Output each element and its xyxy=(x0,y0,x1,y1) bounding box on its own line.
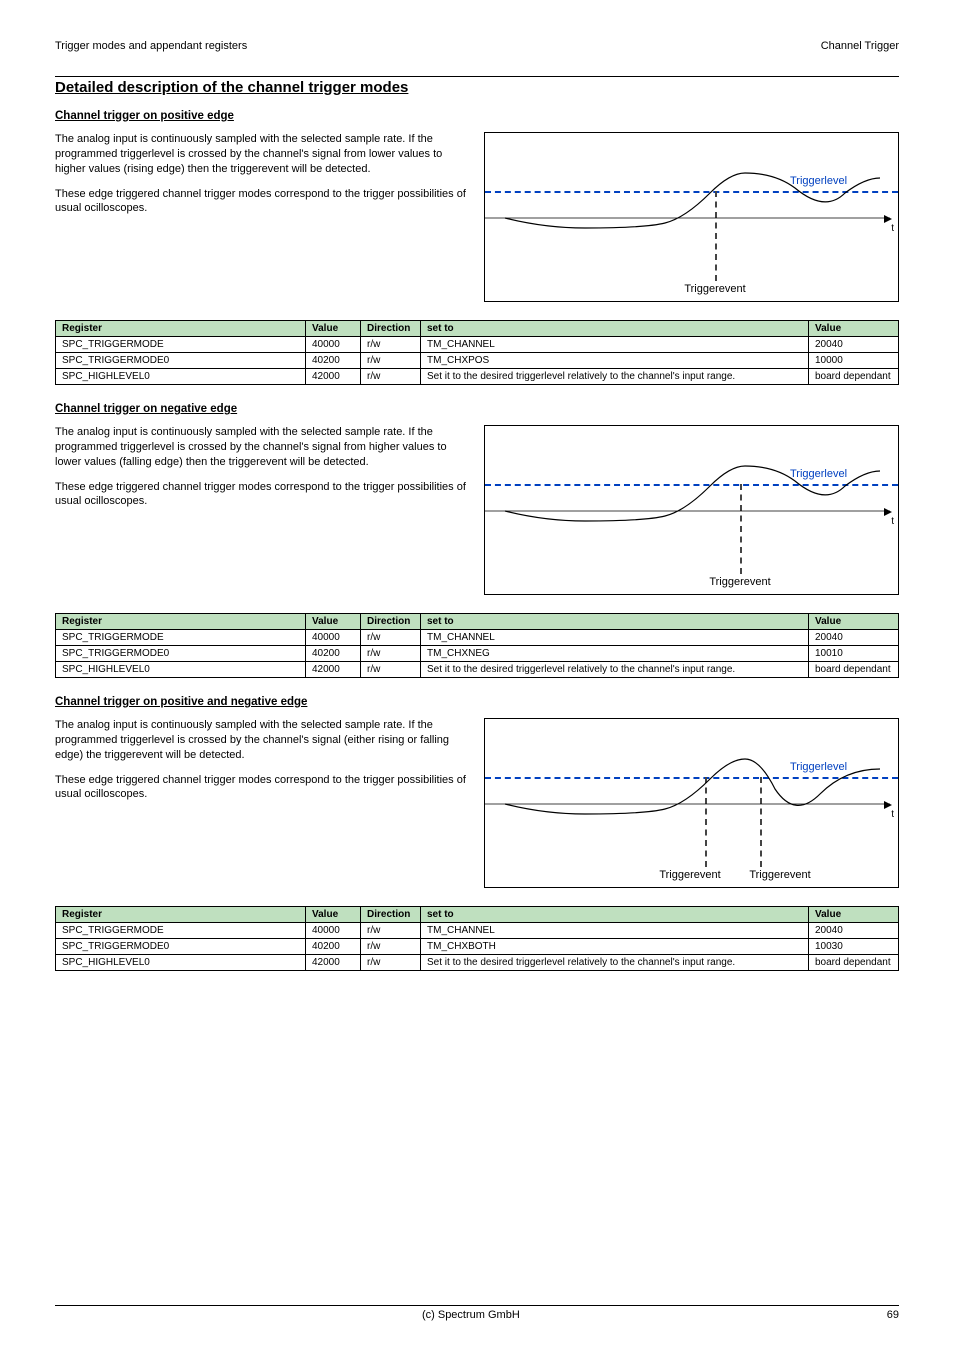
th-direction: Direction xyxy=(361,321,421,337)
table-row: SPC_HIGHLEVEL0 42000 r/w Set it to the d… xyxy=(56,662,899,678)
section-2-para2: These edge triggered channel trigger mod… xyxy=(55,773,466,803)
table-row: SPC_TRIGGERMODE0 40200 r/w TM_CHXPOS 100… xyxy=(56,353,899,369)
trigger-diagram-both: Triggerlevel Triggerevent Triggerevent t xyxy=(484,718,899,888)
table-row: SPC_TRIGGERMODE0 40200 r/w TM_CHXNEG 100… xyxy=(56,646,899,662)
th-value2: Value xyxy=(809,321,899,337)
section-1-diagram: Triggerlevel Triggerevent t xyxy=(484,425,899,595)
section-title-0: Channel trigger on positive edge xyxy=(55,110,899,122)
page-footer: (c) Spectrum GmbH 69 xyxy=(55,1305,899,1321)
table-row: SPC_HIGHLEVEL0 42000 r/w Set it to the d… xyxy=(56,369,899,385)
footer-center: (c) Spectrum GmbH xyxy=(422,1309,520,1321)
section-1: The analog input is continuously sampled… xyxy=(55,425,899,595)
section-0-diagram: Triggerlevel Triggerevent t xyxy=(484,132,899,302)
section-0: The analog input is continuously sampled… xyxy=(55,132,899,302)
section-1-text: The analog input is continuously sampled… xyxy=(55,425,466,519)
th-set-to: set to xyxy=(421,321,809,337)
register-table-2: Register Value Direction set to Value SP… xyxy=(55,906,899,971)
header-left: Trigger modes and appendant registers xyxy=(55,40,247,52)
th-value: Value xyxy=(306,321,361,337)
trigger-diagram-negative: Triggerlevel Triggerevent t xyxy=(484,425,899,595)
register-table-1: Register Value Direction set to Value SP… xyxy=(55,613,899,678)
section-1-para2: These edge triggered channel trigger mod… xyxy=(55,480,466,510)
page-header: Trigger modes and appendant registers Ch… xyxy=(55,40,899,52)
footer-rule xyxy=(55,1305,899,1306)
section-2-text: The analog input is continuously sampled… xyxy=(55,718,466,812)
section-2-diagram: Triggerlevel Triggerevent Triggerevent t xyxy=(484,718,899,888)
table-row: SPC_TRIGGERMODE 40000 r/w TM_CHANNEL 200… xyxy=(56,923,899,939)
table-row: SPC_TRIGGERMODE 40000 r/w TM_CHANNEL 200… xyxy=(56,337,899,353)
footer-right: 69 xyxy=(887,1309,899,1321)
section-title-1: Channel trigger on negative edge xyxy=(55,403,899,415)
page-title: Detailed description of the channel trig… xyxy=(55,79,899,96)
section-0-para1: The analog input is continuously sampled… xyxy=(55,132,466,177)
table-row: SPC_HIGHLEVEL0 42000 r/w Set it to the d… xyxy=(56,955,899,971)
trigger-diagram-positive: Triggerlevel Triggerevent t xyxy=(484,132,899,302)
register-table-0: Register Value Direction set to Value SP… xyxy=(55,320,899,385)
table-row: SPC_TRIGGERMODE 40000 r/w TM_CHANNEL 200… xyxy=(56,630,899,646)
section-1-para1: The analog input is continuously sampled… xyxy=(55,425,466,470)
th-register: Register xyxy=(56,321,306,337)
header-right: Channel Trigger xyxy=(821,40,899,52)
header-rule xyxy=(55,76,899,77)
section-0-text: The analog input is continuously sampled… xyxy=(55,132,466,226)
section-2-para1: The analog input is continuously sampled… xyxy=(55,718,466,763)
section-0-para2: These edge triggered channel trigger mod… xyxy=(55,187,466,217)
section-2: The analog input is continuously sampled… xyxy=(55,718,899,888)
section-title-2: Channel trigger on positive and negative… xyxy=(55,696,899,708)
table-row: SPC_TRIGGERMODE0 40200 r/w TM_CHXBOTH 10… xyxy=(56,939,899,955)
